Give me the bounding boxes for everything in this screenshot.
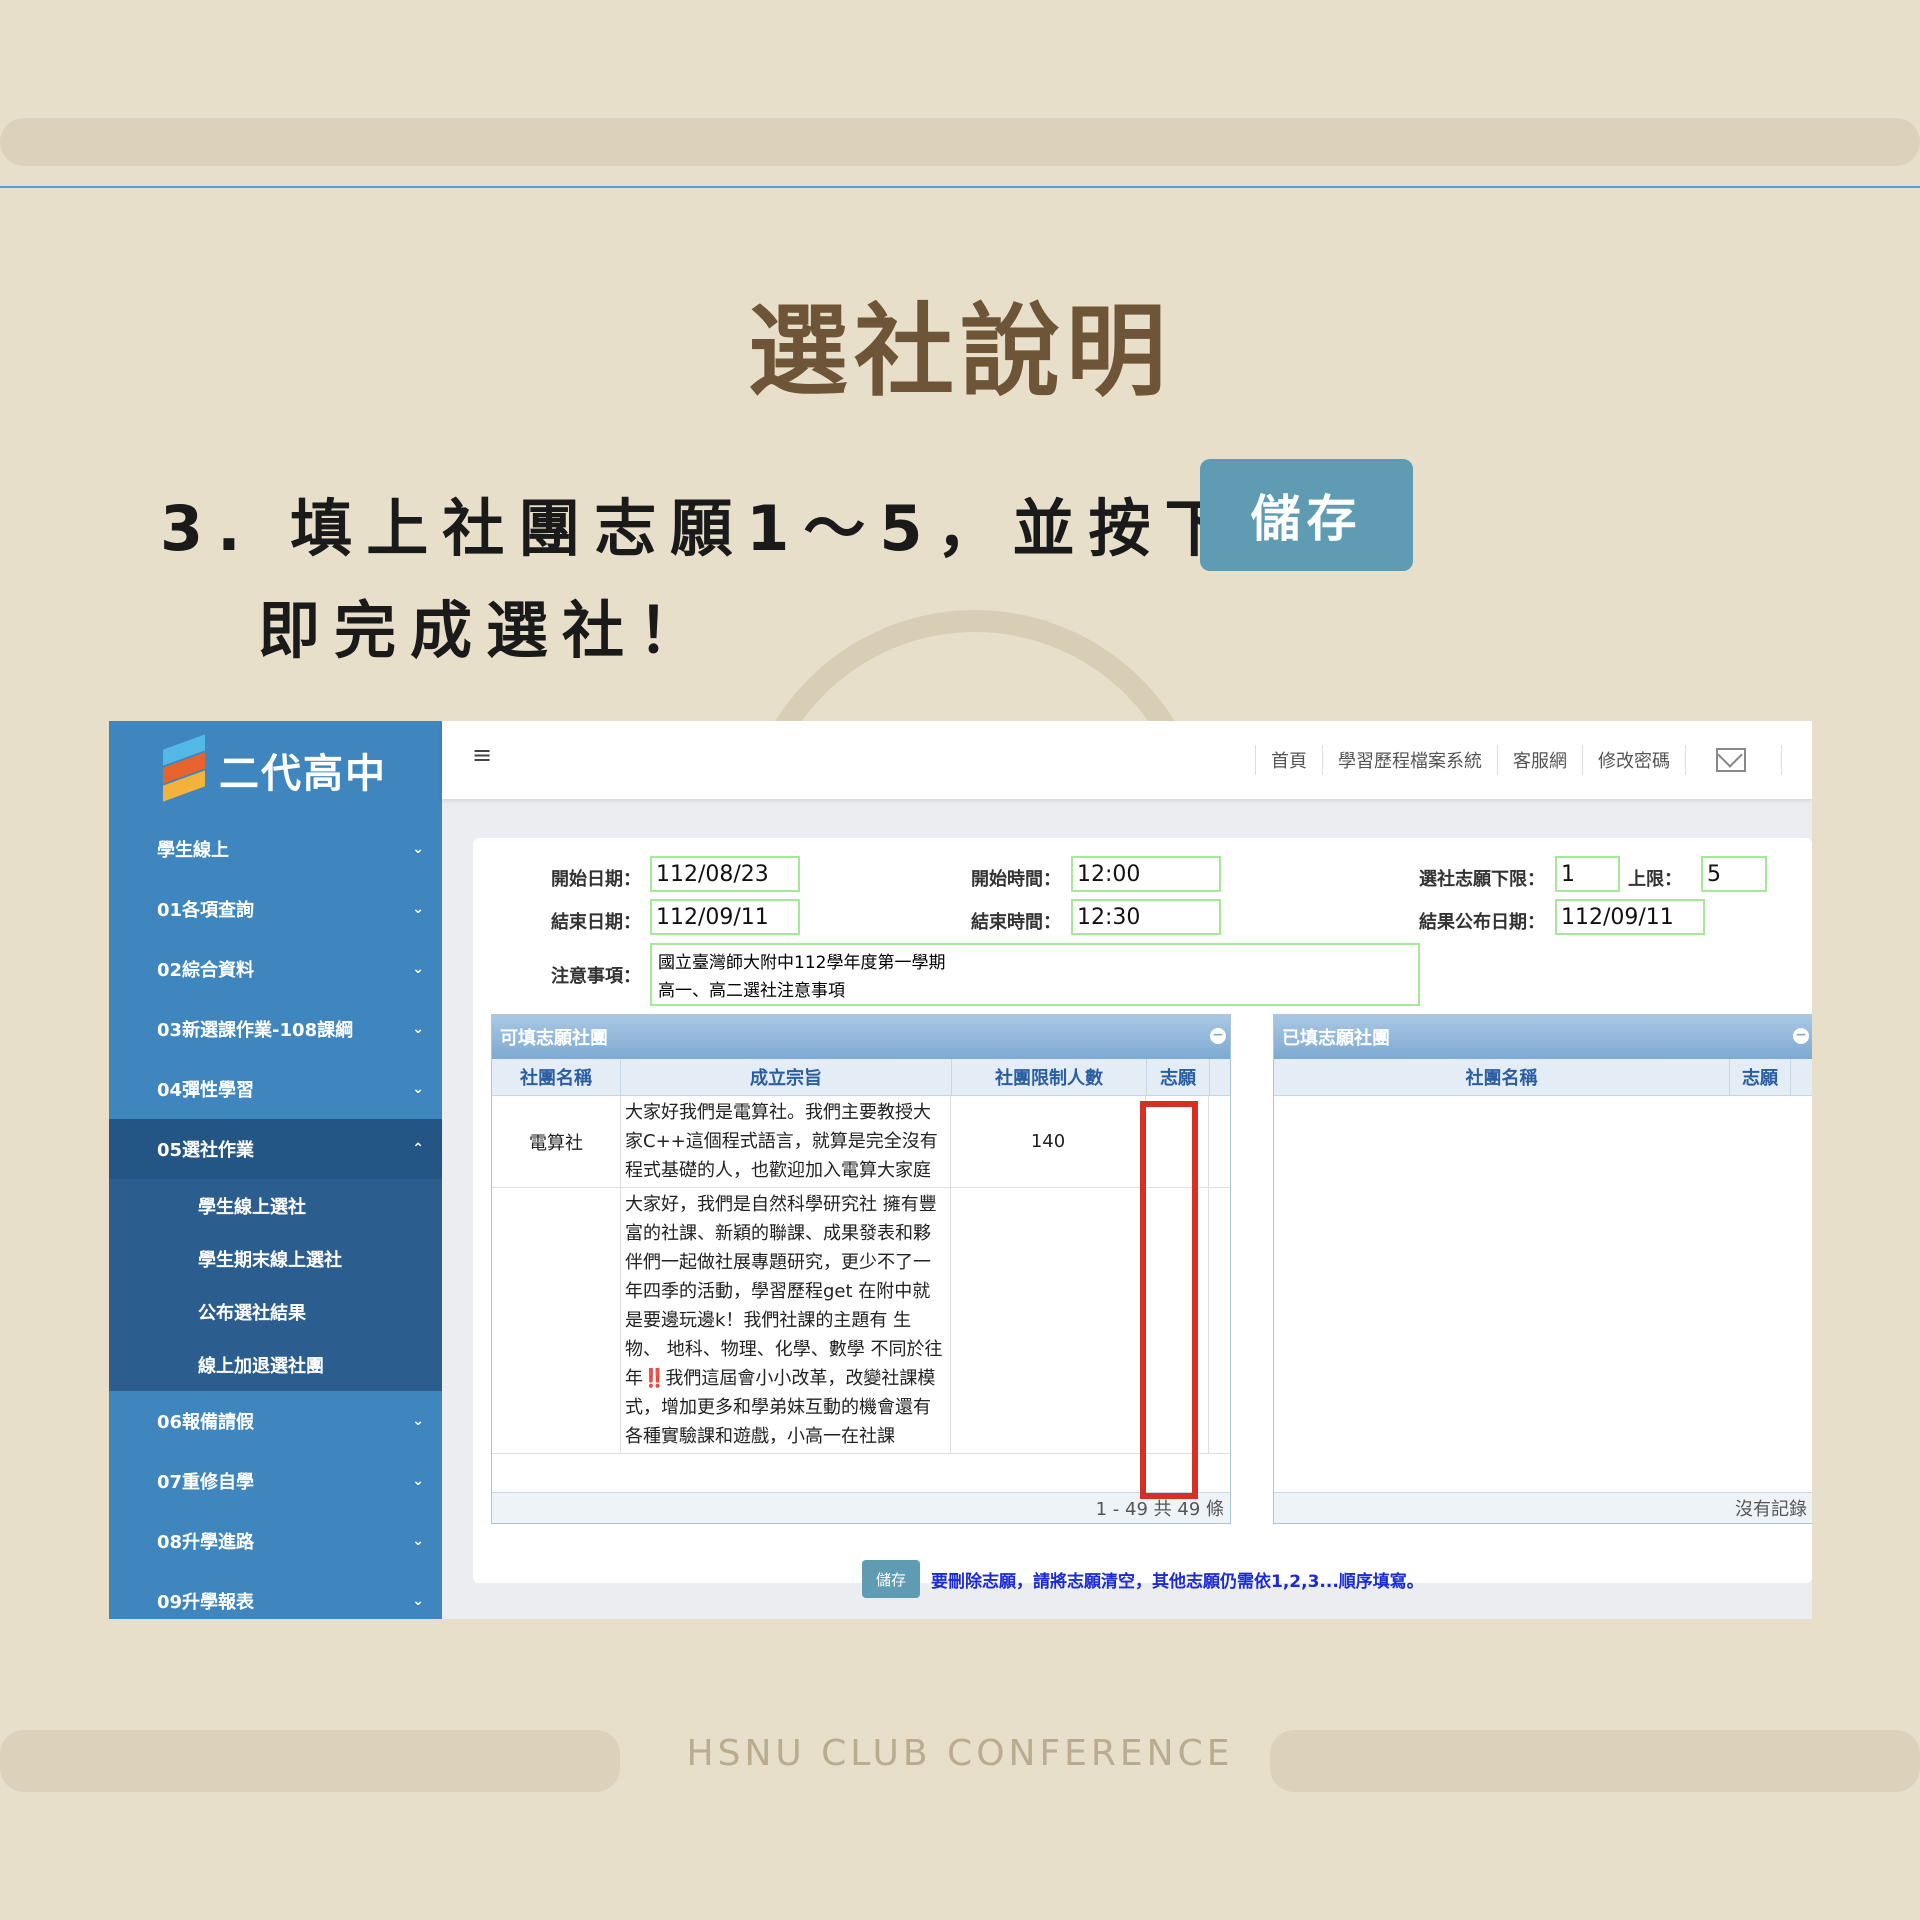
min-wish-label: 選社志願下限： — [1419, 869, 1545, 890]
grid-body[interactable]: 電算社 大家好我們是電算社。我們主要教授大家C++這個程式語言，就算是完全沒有程… — [492, 1096, 1230, 1492]
chevron-down-icon: ⌄ — [412, 1021, 424, 1037]
submenu-end-term-club[interactable]: 學生期末線上選社 — [109, 1232, 442, 1285]
step-text-line1: 3. 填上社團志願1～5，並按下 — [160, 492, 1241, 565]
delete-wish-note: 要刪除志願，請將志願清空，其他志願仍需依1,2,3...順序填寫。 — [931, 1572, 1424, 1592]
start-date-label: 開始日期： — [551, 869, 641, 890]
sidebar-item-flexible-learning[interactable]: 04彈性學習 ⌄ — [109, 1059, 442, 1119]
collapse-icon[interactable]: − — [1210, 1028, 1226, 1044]
submenu-online-club[interactable]: 學生線上選社 — [109, 1179, 442, 1232]
end-date-field[interactable]: 112/09/11 — [650, 899, 800, 935]
max-wish-field[interactable]: 5 — [1701, 856, 1767, 892]
notes-textarea[interactable]: 國立臺灣師大附中112學年度第一學期 高一、高二選社注意事項 — [650, 943, 1420, 1006]
chevron-down-icon: ⌄ — [412, 901, 424, 917]
result-date-label: 結果公布日期： — [1419, 912, 1545, 933]
chevron-down-icon: ⌄ — [412, 961, 424, 977]
grid-header: 社團名稱 志願 — [1274, 1059, 1812, 1096]
brush-stroke-top — [0, 118, 1920, 166]
submenu-add-drop-club[interactable]: 線上加退選社團 — [109, 1338, 442, 1391]
logo-text: 二代高中 — [219, 751, 387, 797]
divider-line — [0, 186, 1920, 188]
chevron-down-icon: ⌄ — [412, 1413, 424, 1429]
result-date-field[interactable]: 112/09/11 — [1555, 899, 1705, 935]
screenshot-panel: 二代高中 學生線上 ⌄ 01各項查詢 ⌄ 02綜合資料 ⌄ 03新選課作業-108課綱… — [109, 721, 1812, 1619]
sidebar-item-leave[interactable]: 06報備請假 ⌄ — [109, 1391, 442, 1451]
sidebar-item-student-online[interactable]: 學生線上 ⌄ — [109, 819, 442, 879]
mail-icon[interactable] — [1716, 748, 1746, 772]
topbar-link-home[interactable]: 首頁 — [1255, 745, 1322, 775]
grid-pager: 1 - 49 共 49 條 — [492, 1492, 1230, 1523]
logo[interactable]: 二代高中 — [109, 721, 442, 819]
sidebar-item-course-selection[interactable]: 03新選課作業-108課綱 ⌄ — [109, 999, 442, 1059]
sidebar-item-college-reports[interactable]: 09升學報表 ⌄ — [109, 1571, 442, 1619]
selected-clubs-grid: 已填志願社團 − 社團名稱 志願 沒有記錄 — [1273, 1014, 1812, 1524]
grid-header: 社團名稱 成立宗旨 社團限制人數 志願 — [492, 1059, 1230, 1096]
main-content: 開始日期： 112/08/23 結束日期： 112/09/11 開始時間： 12… — [473, 838, 1812, 1598]
sidebar-item-college-path[interactable]: 08升學進路 ⌄ — [109, 1511, 442, 1571]
grid-title: 可填志願社團 − — [492, 1015, 1230, 1059]
chevron-down-icon: ⌄ — [412, 841, 424, 857]
slide-title: 選社說明 — [748, 293, 1172, 410]
sidebar-item-retake[interactable]: 07重修自學 ⌄ — [109, 1451, 442, 1511]
chevron-down-icon: ⌄ — [412, 1593, 424, 1609]
sidebar: 二代高中 學生線上 ⌄ 01各項查詢 ⌄ 02綜合資料 ⌄ 03新選課作業-108課綱… — [109, 721, 442, 1619]
end-time-field[interactable]: 12:30 — [1071, 899, 1221, 935]
logo-icon — [163, 734, 205, 802]
topbar-link-support[interactable]: 客服網 — [1497, 745, 1582, 775]
footer-text: HSNU CLUB CONFERENCE — [686, 1733, 1234, 1774]
save-button-illustration: 儲存 — [1200, 459, 1413, 571]
max-wish-label: 上限： — [1628, 869, 1682, 890]
chevron-down-icon: ⌄ — [412, 1473, 424, 1489]
available-clubs-grid: 可填志願社團 − 社團名稱 成立宗旨 社團限制人數 志願 電算社 大家好我們是電算… — [491, 1014, 1231, 1524]
sidebar-item-query[interactable]: 01各項查詢 ⌄ — [109, 879, 442, 939]
start-time-label: 開始時間： — [971, 869, 1061, 890]
grid-title: 已填志願社團 − — [1274, 1015, 1812, 1059]
notes-label: 注意事項： — [551, 966, 641, 987]
highlight-box — [1140, 1101, 1198, 1499]
end-time-label: 結束時間： — [971, 912, 1061, 933]
min-wish-field[interactable]: 1 — [1555, 856, 1620, 892]
chevron-up-icon: ⌃ — [412, 1141, 424, 1157]
end-date-label: 結束日期： — [551, 912, 641, 933]
sidebar-item-club-selection[interactable]: 05選社作業 ⌃ — [109, 1119, 442, 1179]
start-date-field[interactable]: 112/08/23 — [650, 856, 800, 892]
collapse-icon[interactable]: − — [1793, 1028, 1809, 1044]
save-button[interactable]: 儲存 — [862, 1560, 920, 1598]
top-bar: ≡ 首頁 學習歷程檔案系統 客服網 修改密碼 — [442, 721, 1812, 799]
grid-pager: 沒有記錄 — [1274, 1492, 1812, 1523]
club-submenu: 學生線上選社 學生期末線上選社 公布選社結果 線上加退選社團 — [109, 1179, 442, 1391]
submenu-club-results[interactable]: 公布選社結果 — [109, 1285, 442, 1338]
menu-icon[interactable]: ≡ — [472, 741, 492, 769]
topbar-link-password[interactable]: 修改密碼 — [1582, 745, 1685, 775]
topbar-link-portfolio[interactable]: 學習歷程檔案系統 — [1322, 745, 1497, 775]
start-time-field[interactable]: 12:00 — [1071, 856, 1221, 892]
chevron-down-icon: ⌄ — [412, 1533, 424, 1549]
chevron-down-icon: ⌄ — [412, 1081, 424, 1097]
step-text-line2: 即完成選社！ — [258, 594, 715, 667]
table-row: 電算社 大家好我們是電算社。我們主要教授大家C++這個程式語言，就算是完全沒有程… — [492, 1096, 1230, 1188]
table-row: 大家好，我們是自然科學研究社 擁有豐富的社課、新穎的聯課、成果發表和夥伴們一起做… — [492, 1188, 1230, 1454]
sidebar-item-profile[interactable]: 02綜合資料 ⌄ — [109, 939, 442, 999]
